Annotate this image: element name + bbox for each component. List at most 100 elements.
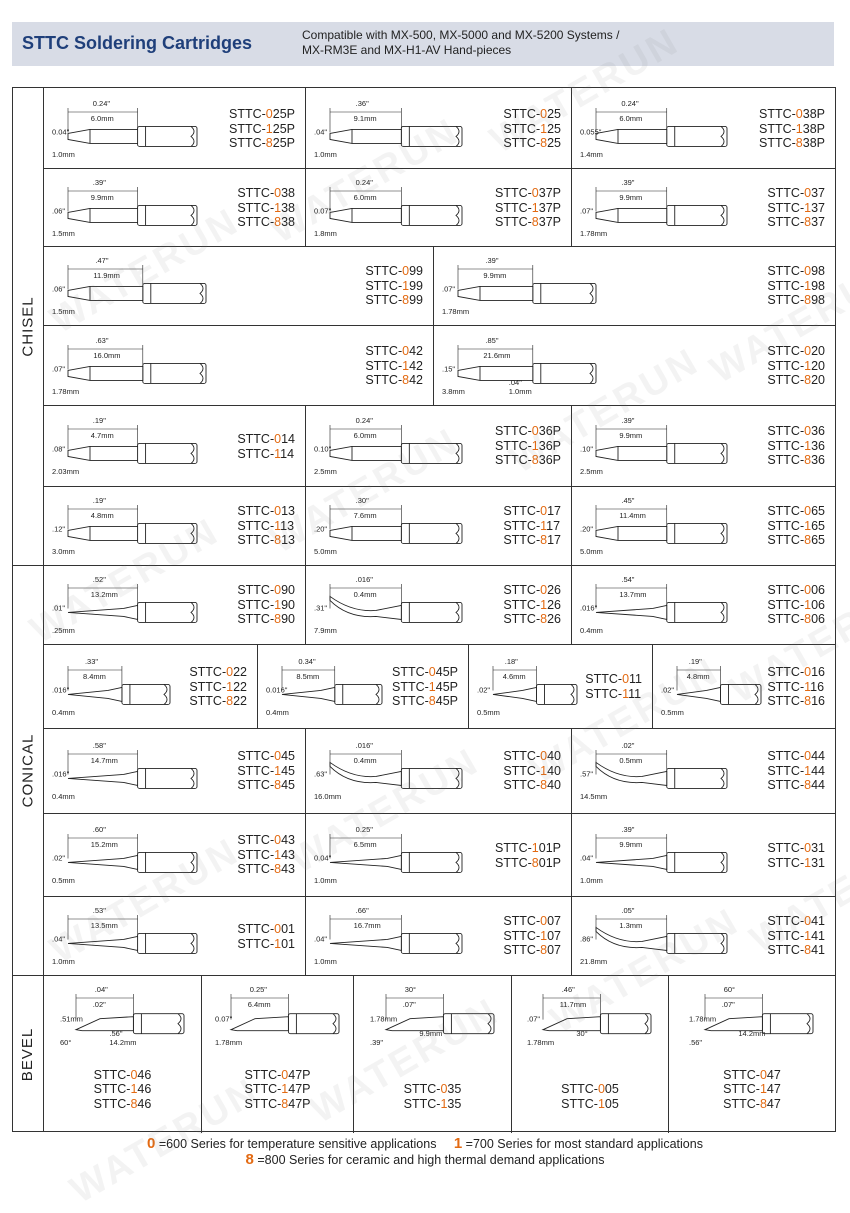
- part-number: STTC-147: [723, 1082, 781, 1096]
- tip-drawing: .39" 9.9mm .07" 1.78mm: [442, 256, 597, 316]
- dimension-label: .06": [52, 206, 65, 215]
- cartridge-cell: .45" 11.4mm .20" 5.0mm STTC-065 STTC-165 STTC-…: [572, 487, 835, 565]
- part-number: STTC-138P: [758, 121, 825, 136]
- dimension-label: .39": [621, 825, 634, 834]
- tip-diagram: .39" 9.9mm .07" 1.78mm: [440, 255, 600, 317]
- dimension-label: .66": [356, 906, 369, 915]
- part-number: STTC-843: [237, 862, 295, 876]
- dimension-label: .08": [52, 444, 65, 453]
- dimension-label: 14.2mm: [109, 1038, 136, 1047]
- dimension-label: 5.0mm: [314, 547, 337, 556]
- series-digit: 1: [265, 121, 273, 136]
- dimension-label: .45": [621, 496, 634, 505]
- series-digit: 8: [428, 694, 436, 708]
- part-number-list: STTC-099 STTC-199 STTC-899: [365, 264, 423, 308]
- part-number: STTC-044: [767, 749, 825, 763]
- tip-drawing: 60° .07" 1.78mm .56" 14.2mm: [689, 985, 814, 1047]
- tip-diagram: .19" 4.7mm .08" 2.03mm: [50, 415, 201, 477]
- dimension-label: 0.4mm: [52, 708, 75, 717]
- part-number: STTC-022: [189, 665, 247, 679]
- cartridge-cell: 0.24" 6.0mm 0.04" 1.0mm STTC-025P STTC-125P ST…: [44, 89, 305, 168]
- part-number: STTC-825P: [228, 136, 295, 150]
- dimension-label: 21.6mm: [483, 351, 510, 360]
- part-number: STTC-807: [503, 943, 561, 957]
- part-number-list: STTC-017 STTC-117 STTC-817: [503, 504, 561, 548]
- part-number: STTC-816: [767, 694, 825, 708]
- dimension-label: .56": [689, 1038, 702, 1047]
- cartridge-cell: .63" 16.0mm .07" 1.78mm STTC-042 STTC-142 STTC…: [44, 326, 433, 405]
- part-number-list: STTC-014 STTC-114: [237, 432, 295, 461]
- part-number: STTC-190: [237, 597, 295, 612]
- part-number: STTC-037P: [494, 186, 561, 200]
- part-number: STTC-847: [723, 1096, 781, 1111]
- part-number-list: STTC-006 STTC-106 STTC-806: [767, 583, 825, 627]
- part-number: STTC-025P: [228, 107, 295, 121]
- dimension-label: .15": [442, 364, 455, 373]
- dimension-label: .18": [505, 657, 518, 666]
- tip-diagram: 0.34" 8.5mm 0.016" 0.4mm: [264, 656, 386, 718]
- part-number-list: STTC-001 STTC-101: [237, 922, 295, 951]
- cartridge-cell: .39" 9.9mm .04" 1.0mm STTC-031 STTC-131: [572, 814, 835, 896]
- dimension-label: 0.10": [314, 444, 332, 453]
- dimension-label: .60": [93, 825, 106, 834]
- part-number: STTC-136: [767, 438, 825, 453]
- section-label-bevel: BEVEL: [19, 1027, 37, 1081]
- part-number: STTC-899: [365, 293, 423, 307]
- dimension-label: .58": [93, 741, 106, 750]
- cartridge-cell: .19" 4.7mm .08" 2.03mm STTC-014 STTC-114: [44, 406, 305, 486]
- dimension-label: 14.7mm: [91, 756, 118, 765]
- part-number-list: STTC-036 STTC-136 STTC-836: [767, 424, 825, 468]
- dimension-label: .63": [95, 336, 108, 345]
- tip-drawing: 0.25" 6.4mm 0.07" 1.78mm: [215, 985, 340, 1047]
- section-label-chisel: CHISEL: [19, 296, 37, 357]
- series-digit: 8: [265, 136, 273, 150]
- dimension-label: 16.0mm: [314, 792, 341, 801]
- tip-diagram: .016" 0.4mm .31" 7.9mm: [312, 574, 466, 636]
- dimension-label: .20": [580, 524, 593, 533]
- dimension-label: 1.78mm: [442, 307, 469, 316]
- part-number: STTC-145P: [391, 679, 458, 694]
- dimension-label: 1.0mm: [52, 150, 75, 159]
- dimension-label: .07": [580, 206, 593, 215]
- dimension-label: 0.34": [298, 657, 316, 666]
- compatibility-note: Compatible with MX-500, MX-5000 and MX-5…: [302, 28, 620, 57]
- dimension-label: 9.9mm: [619, 840, 642, 849]
- part-number: STTC-142: [365, 358, 423, 373]
- legend-text-700: =700 Series for most standard applicatio…: [465, 1137, 703, 1151]
- dimension-label: 0.4mm: [354, 590, 377, 599]
- part-number-list: STTC-045P STTC-145P STTC-845P: [392, 665, 458, 709]
- part-number: STTC-006: [767, 583, 825, 597]
- part-number: STTC-842: [365, 373, 423, 387]
- dimension-label: 60°: [60, 1038, 71, 1047]
- dimension-label: 13.7mm: [619, 590, 646, 599]
- part-number: STTC-126: [503, 597, 561, 612]
- dimension-label: 4.7mm: [91, 431, 114, 440]
- part-number: STTC-890: [237, 612, 295, 626]
- part-number: STTC-117: [503, 518, 561, 533]
- series-digit: 0: [531, 186, 539, 200]
- tip-diagram: .45" 11.4mm .20" 5.0mm: [578, 495, 731, 557]
- dimension-label: 9.9mm: [91, 193, 114, 202]
- tip-drawing: .63" 16.0mm .07" 1.78mm: [52, 336, 207, 396]
- part-number: STTC-011: [585, 672, 642, 686]
- dimension-label: .05": [621, 906, 634, 915]
- dimension-label: .04": [314, 934, 327, 943]
- part-number-list: STTC-026 STTC-126 STTC-826: [503, 583, 561, 627]
- dimension-label: .016": [52, 685, 70, 694]
- dimension-label: .07": [442, 284, 455, 293]
- dimension-label: 0.04": [52, 127, 70, 136]
- series-digit: 8: [795, 136, 803, 150]
- part-number-list: STTC-044 STTC-144 STTC-844: [767, 749, 825, 793]
- dimension-label: .06": [52, 284, 65, 293]
- part-number: STTC-838P: [758, 136, 825, 150]
- dimension-label: 9.9mm: [619, 193, 642, 202]
- tip-drawing: .04" .02" .51mm 60° .56"14.2mm: [60, 985, 185, 1047]
- dimension-label: .39": [621, 178, 634, 187]
- part-number-list: STTC-037 STTC-137 STTC-837: [767, 186, 825, 230]
- dimension-label: 3.8mm: [442, 387, 465, 396]
- dimension-label: .07": [722, 1000, 735, 1009]
- dimension-label: .33": [85, 657, 98, 666]
- part-number-list: STTC-025P STTC-125P STTC-825P: [229, 107, 295, 151]
- tip-drawing: .45" 11.4mm .20" 5.0mm: [580, 496, 728, 556]
- dimension-label: 1.78mm: [689, 1015, 716, 1024]
